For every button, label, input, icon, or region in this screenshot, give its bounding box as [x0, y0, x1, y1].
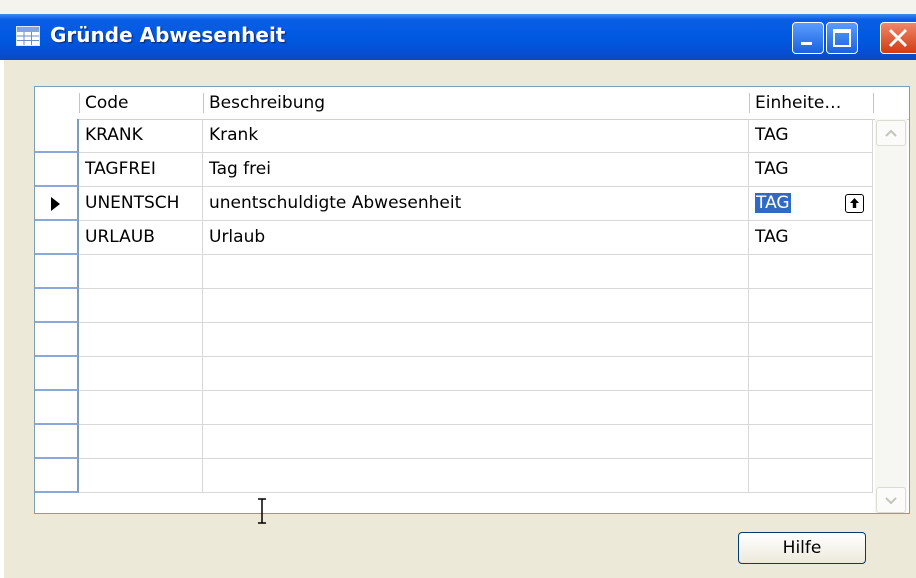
- dialog-window: Gründe Abwesenheit Code Beschreibung Ein…: [0, 14, 916, 578]
- unit-cell[interactable]: TAG: [749, 153, 873, 187]
- close-icon: [888, 28, 908, 48]
- lookup-arrow-button[interactable]: [845, 194, 864, 213]
- empty-row[interactable]: [35, 425, 873, 459]
- code-cell[interactable]: [79, 459, 203, 493]
- scroll-down-button[interactable]: [876, 487, 906, 513]
- unit-cell[interactable]: [749, 255, 873, 289]
- code-cell[interactable]: TAGFREI: [79, 153, 203, 187]
- table-row[interactable]: URLAUB Urlaub TAG: [35, 221, 873, 255]
- code-cell[interactable]: [79, 289, 203, 323]
- row-selector[interactable]: [35, 119, 79, 153]
- column-header-unit[interactable]: Einheite…: [749, 87, 873, 119]
- help-button[interactable]: Hilfe: [738, 532, 866, 564]
- empty-row[interactable]: [35, 323, 873, 357]
- close-button[interactable]: [880, 22, 916, 54]
- code-cell[interactable]: [79, 391, 203, 425]
- description-cell[interactable]: Krank: [203, 119, 749, 153]
- code-cell[interactable]: [79, 323, 203, 357]
- maximize-icon: [833, 29, 851, 47]
- unit-cell-selected-text: TAG: [755, 193, 791, 213]
- code-cell[interactable]: [79, 357, 203, 391]
- row-selector[interactable]: [35, 357, 79, 391]
- unit-cell[interactable]: TAG: [749, 221, 873, 255]
- empty-row[interactable]: [35, 459, 873, 493]
- unit-cell-active[interactable]: TAG: [749, 187, 873, 221]
- text-cursor-icon: [258, 498, 266, 524]
- minimize-button[interactable]: [792, 22, 824, 54]
- description-cell[interactable]: [203, 289, 749, 323]
- maximize-button[interactable]: [826, 22, 858, 54]
- row-selector-current[interactable]: [35, 187, 79, 221]
- vertical-scrollbar[interactable]: [875, 119, 907, 513]
- scroll-up-arrow-icon: [885, 129, 897, 137]
- empty-row[interactable]: [35, 255, 873, 289]
- unit-cell[interactable]: [749, 289, 873, 323]
- unit-cell[interactable]: [749, 459, 873, 493]
- code-cell[interactable]: URLAUB: [79, 221, 203, 255]
- row-selector[interactable]: [35, 323, 79, 357]
- description-cell[interactable]: Urlaub: [203, 221, 749, 255]
- empty-row[interactable]: [35, 289, 873, 323]
- row-selector[interactable]: [35, 425, 79, 459]
- column-header-description[interactable]: Beschreibung: [203, 87, 749, 119]
- title-bar[interactable]: Gründe Abwesenheit: [0, 14, 916, 60]
- description-cell[interactable]: unentschuldigte Abwesenheit: [203, 187, 749, 221]
- description-cell[interactable]: [203, 459, 749, 493]
- code-cell[interactable]: [79, 425, 203, 459]
- lookup-arrow-icon: [850, 198, 859, 208]
- code-cell[interactable]: [79, 255, 203, 289]
- unit-cell[interactable]: [749, 391, 873, 425]
- description-cell[interactable]: [203, 425, 749, 459]
- unit-cell[interactable]: [749, 425, 873, 459]
- description-cell[interactable]: [203, 255, 749, 289]
- unit-cell[interactable]: [749, 357, 873, 391]
- table-row[interactable]: TAGFREI Tag frei TAG: [35, 153, 873, 187]
- table-form-icon: [16, 26, 40, 46]
- minimize-icon: [801, 42, 812, 45]
- reasons-grid: Code Beschreibung Einheite… KRANK Krank …: [34, 86, 910, 514]
- column-header-code[interactable]: Code: [79, 87, 203, 119]
- code-cell[interactable]: KRANK: [79, 119, 203, 153]
- row-selector[interactable]: [35, 391, 79, 425]
- row-selector[interactable]: [35, 459, 79, 493]
- description-cell[interactable]: Tag frei: [203, 153, 749, 187]
- unit-cell[interactable]: [749, 323, 873, 357]
- current-row-pointer-icon: [51, 197, 60, 211]
- window-title: Gründe Abwesenheit: [50, 23, 286, 47]
- scroll-up-button[interactable]: [876, 120, 906, 146]
- unit-cell[interactable]: TAG: [749, 119, 873, 153]
- description-cell[interactable]: [203, 323, 749, 357]
- table-row-current[interactable]: UNENTSCH unentschuldigte Abwesenheit TAG: [35, 187, 873, 221]
- scroll-down-arrow-icon: [885, 497, 897, 505]
- description-cell[interactable]: [203, 391, 749, 425]
- row-selector[interactable]: [35, 221, 79, 255]
- row-selector[interactable]: [35, 289, 79, 323]
- row-selector[interactable]: [35, 255, 79, 289]
- empty-row[interactable]: [35, 391, 873, 425]
- description-cell[interactable]: [203, 357, 749, 391]
- background-window-strip: [0, 0, 916, 14]
- dialog-client-area: Code Beschreibung Einheite… KRANK Krank …: [4, 60, 916, 578]
- grid-header: Code Beschreibung Einheite…: [35, 87, 909, 120]
- empty-row[interactable]: [35, 357, 873, 391]
- table-row[interactable]: KRANK Krank TAG: [35, 119, 873, 153]
- row-selector[interactable]: [35, 153, 79, 187]
- code-cell[interactable]: UNENTSCH: [79, 187, 203, 221]
